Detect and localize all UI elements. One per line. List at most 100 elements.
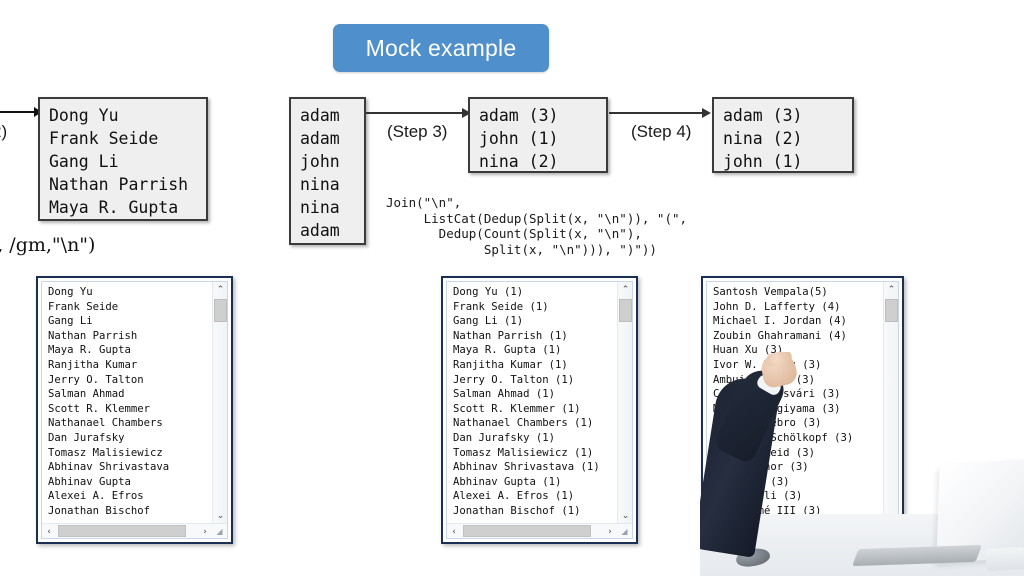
code-line: nina (2) <box>479 152 559 171</box>
slide-title-pill: Mock example <box>333 24 549 72</box>
code-line: Dong Yu <box>49 106 119 125</box>
horizontal-scroll-thumb[interactable] <box>58 525 186 537</box>
list-window-names[interactable]: Dong Yu Frank Seide Gang Li Nathan Parri… <box>36 276 233 544</box>
code-line: nina <box>300 198 340 217</box>
list-item: Nathanael Chambers <box>48 417 163 430</box>
list-item: Ambuj Tewari (3) <box>713 373 816 386</box>
list-item: Dan Jurafsky (1) <box>453 431 556 444</box>
list-item: Gang Li (1) <box>453 315 524 328</box>
list-inner-frame: Dong Yu Frank Seide Gang Li Nathan Parri… <box>41 281 228 539</box>
list-item: John D. Lafferty (4) <box>713 300 841 313</box>
code-line: adam <box>300 129 340 148</box>
horizontal-scroll-thumb[interactable] <box>463 525 591 537</box>
horizontal-scrollbar[interactable]: ‹ › ◢ <box>42 523 227 538</box>
code-line: john (1) <box>723 152 803 171</box>
slide-canvas: Mock example 2) Dong Yu Frank Seide Gang… <box>0 0 1024 576</box>
list-item: Bernhard Schölkopf (3) <box>713 431 854 444</box>
vertical-scrollbar[interactable]: ⌃ ⌄ <box>617 282 632 523</box>
arrow-step3 <box>366 108 471 118</box>
resize-grip-icon[interactable]: ◢ <box>619 526 630 537</box>
scroll-right-icon[interactable]: › <box>869 524 883 539</box>
vertical-scroll-thumb[interactable] <box>214 299 227 322</box>
list-items-sorted: Santosh Vempala(5) John D. Lafferty (4) … <box>707 282 883 523</box>
scroll-left-icon[interactable]: ‹ <box>707 524 721 539</box>
vertical-scroll-thumb[interactable] <box>885 299 898 322</box>
code-line: adam <box>300 106 340 125</box>
step2-label: 2) <box>0 122 8 141</box>
code-line: john (1) <box>479 129 559 148</box>
list-item: Ranjitha Kumar (1) <box>453 358 568 371</box>
list-item: Tomasz Malisiewicz <box>48 446 163 459</box>
list-item: Alexei A. Efros (1) <box>453 490 575 503</box>
list-item: Rong Jin (3) <box>713 475 790 488</box>
code-line: Nathan Parrish <box>49 175 189 194</box>
list-item: Scott R. Klemmer <box>48 402 151 415</box>
list-body: Dong Yu (1) Frank Seide (1) Gang Li (1) … <box>447 282 632 523</box>
list-item: Masashi Sugiyama (3) <box>713 402 841 415</box>
list-item: Hal Daumé III (3) <box>713 504 822 517</box>
list-item: Nathan Parrish (1) <box>453 329 568 342</box>
list-item: Dong Yu (1) <box>453 286 524 298</box>
scroll-down-icon[interactable]: ⌄ <box>213 508 227 523</box>
list-item: Jonathan Bischof <box>48 504 151 517</box>
scroll-right-icon[interactable]: › <box>198 524 212 539</box>
list-item: Tomasz Malisiewicz (1) <box>453 446 594 459</box>
code-line: Frank Seide <box>49 129 159 148</box>
list-item: Maya R. Gupta (1) <box>453 344 562 357</box>
vertical-scroll-thumb[interactable] <box>619 299 632 322</box>
code-box-counts: adam (3) john (1) nina (2) <box>468 97 608 173</box>
list-inner-frame: Dong Yu (1) Frank Seide (1) Gang Li (1) … <box>446 281 633 539</box>
list-item: Salman Ahmad (1) <box>453 388 556 401</box>
page-title: Mock example <box>365 34 517 61</box>
list-item: Mark D. Reid (3) <box>713 446 816 459</box>
code-line: nina (2) <box>723 129 803 148</box>
list-item: Ali Jalali (3) <box>713 490 803 503</box>
list-body: Santosh Vempala(5) John D. Lafferty (4) … <box>707 282 898 523</box>
list-item: Jonathan Bischof (1) <box>453 504 581 517</box>
scroll-down-icon[interactable]: ⌄ <box>884 508 898 523</box>
list-body: Dong Yu Frank Seide Gang Li Nathan Parri… <box>42 282 227 523</box>
code-line: Gang Li <box>49 152 119 171</box>
code-box-adam-list: adam adam john nina nina adam <box>289 97 366 245</box>
horizontal-scroll-thumb[interactable] <box>723 525 853 537</box>
list-item: Huan Xu (3) <box>713 344 784 357</box>
list-item: Nathan Parrish <box>48 329 138 342</box>
resize-grip-icon[interactable]: ◢ <box>214 526 225 537</box>
scroll-up-icon[interactable]: ⌃ <box>884 282 898 297</box>
list-item: Abhinav Shrivastava (1) <box>453 461 600 474</box>
list-item: Abhinav Gupta <box>48 475 131 488</box>
horizontal-scrollbar[interactable]: ‹ › ◢ <box>707 523 898 538</box>
list-item: Scott R. Klemmer (1) <box>453 402 581 415</box>
list-item: Nathanael Chambers (1) <box>453 417 594 430</box>
resize-grip-icon[interactable]: ◢ <box>885 526 896 537</box>
mouse-shape <box>734 546 772 569</box>
list-item: Dan Jurafsky <box>48 431 125 444</box>
list-window-sorted[interactable]: Santosh Vempala(5) John D. Lafferty (4) … <box>701 276 904 544</box>
list-window-counted[interactable]: Dong Yu (1) Frank Seide (1) Gang Li (1) … <box>441 276 638 544</box>
list-item: Santosh Vempala(5) <box>713 286 828 298</box>
list-item: Shie Mannor (3) <box>713 461 809 474</box>
transformation-formula: Join("\n", ListCat(Dedup(Split(x, "\n"))… <box>386 195 688 257</box>
scroll-down-icon[interactable]: ⌄ <box>618 508 632 523</box>
code-box-names: Dong Yu Frank Seide Gang Li Nathan Parri… <box>38 97 208 221</box>
list-item: Csaba Szepesvári (3) <box>713 388 841 401</box>
clipped-regex-code: ', /gm,"\n") <box>0 234 96 256</box>
scroll-left-icon[interactable]: ‹ <box>42 524 56 539</box>
scroll-left-icon[interactable]: ‹ <box>447 524 461 539</box>
horizontal-scrollbar[interactable]: ‹ › ◢ <box>447 523 632 538</box>
list-item: Salman Ahmad <box>48 388 125 401</box>
list-item: Alexei A. Efros <box>48 490 144 503</box>
code-line: john <box>300 152 340 171</box>
code-line: adam (3) <box>479 106 559 125</box>
list-item: Dong Yu <box>48 286 93 298</box>
vertical-scrollbar[interactable]: ⌃ ⌄ <box>883 282 898 523</box>
scroll-right-icon[interactable]: › <box>603 524 617 539</box>
scroll-up-icon[interactable]: ⌃ <box>618 282 632 297</box>
list-items-names: Dong Yu Frank Seide Gang Li Nathan Parri… <box>42 282 212 523</box>
list-item: Frank Seide <box>48 300 119 313</box>
vertical-scrollbar[interactable]: ⌃ ⌄ <box>212 282 227 523</box>
keyboard-shape <box>852 544 982 567</box>
list-item: Zoubin Ghahramani (4) <box>713 329 847 342</box>
scroll-up-icon[interactable]: ⌃ <box>213 282 227 297</box>
list-inner-frame: Santosh Vempala(5) John D. Lafferty (4) … <box>706 281 899 539</box>
